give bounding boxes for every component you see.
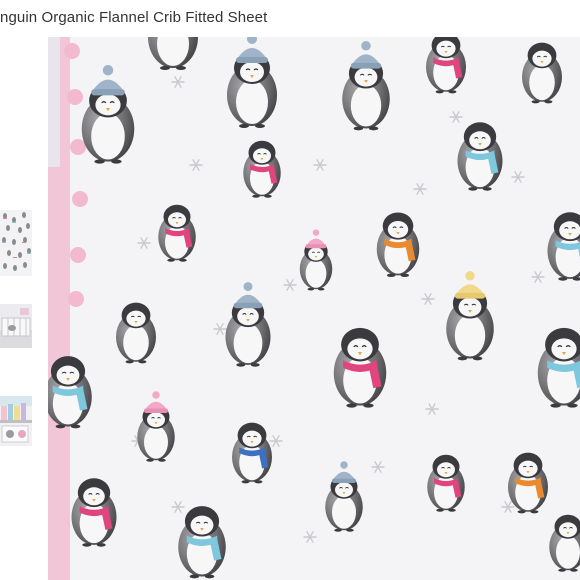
nursery-shelf-thumbnail-icon — [0, 396, 32, 446]
thumbnail-crib-room[interactable] — [0, 304, 32, 348]
thumbnail-nursery-shelf[interactable] — [0, 396, 32, 446]
thumbnail-pattern-swatch[interactable] — [0, 210, 32, 276]
main-product-image[interactable] — [48, 37, 580, 580]
penguin-pattern-thumbnail-icon — [0, 210, 32, 276]
product-title: nguin Organic Flannel Crib Fitted Sheet — [0, 9, 268, 26]
penguin-pattern-fabric-image-icon — [48, 37, 580, 580]
crib-room-thumbnail-icon — [0, 304, 32, 348]
